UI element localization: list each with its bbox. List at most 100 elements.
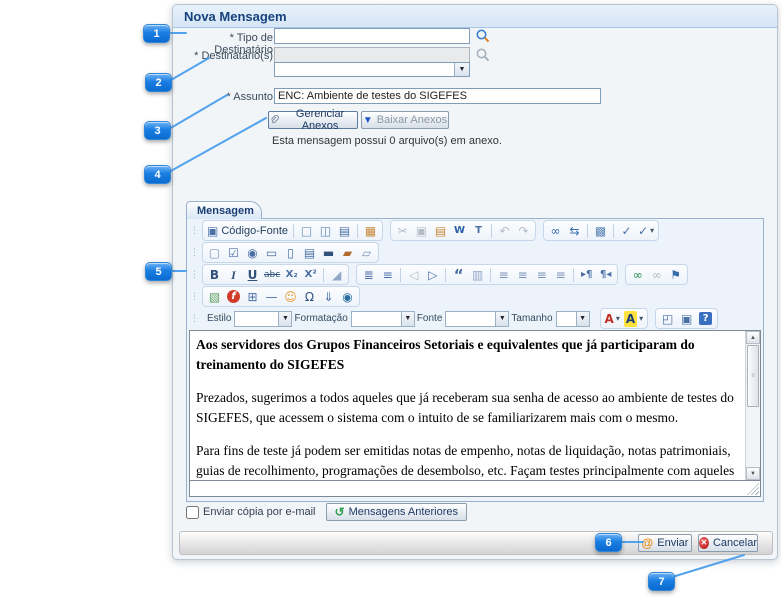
smiley-button[interactable]: ☺ bbox=[281, 288, 300, 306]
chevron-down-icon[interactable]: ▼ bbox=[454, 63, 469, 76]
numbered-list-button[interactable]: ≣ bbox=[359, 266, 378, 284]
checkbox-field-button[interactable]: ☑ bbox=[224, 244, 243, 262]
text-field-icon: ▭ bbox=[266, 245, 277, 261]
text-direction-ltr-icon: ▸¶ bbox=[581, 267, 592, 283]
bold-button[interactable]: B bbox=[205, 266, 224, 284]
preview-button[interactable]: ◫ bbox=[316, 222, 335, 240]
strikethrough-button[interactable]: abc bbox=[262, 266, 282, 284]
toolbar-group: ✂▣▤WT↶↷ bbox=[390, 220, 536, 241]
blockquote-button[interactable]: “ bbox=[449, 266, 468, 284]
align-left-icon: ≡ bbox=[499, 267, 509, 283]
chevron-down-icon[interactable]: ▼ bbox=[576, 312, 589, 326]
scrollbar-track[interactable] bbox=[746, 408, 760, 467]
bulleted-list-button[interactable]: ≡ bbox=[378, 266, 397, 284]
font-select[interactable]: ▼ bbox=[445, 311, 509, 327]
underline-button[interactable]: U bbox=[243, 266, 262, 284]
create-div-button[interactable]: ▥ bbox=[468, 266, 487, 284]
superscript-button[interactable]: X² bbox=[301, 266, 320, 284]
indent-button[interactable]: ▷ bbox=[423, 266, 442, 284]
callout-6: 6 bbox=[595, 533, 622, 552]
recipient-type-input[interactable] bbox=[274, 28, 470, 44]
new-page-button[interactable]: □ bbox=[297, 222, 316, 240]
recipient-type-clear-icon[interactable] bbox=[498, 30, 514, 46]
maximize-button[interactable]: ◰ bbox=[658, 310, 677, 328]
editor-scrollbar[interactable]: ▲ ≡ ▼ bbox=[745, 331, 760, 480]
chevron-down-icon[interactable]: ▼ bbox=[495, 312, 508, 326]
image-button[interactable]: ▧ bbox=[205, 288, 224, 306]
select-all-button[interactable]: ▩ bbox=[591, 222, 610, 240]
iframe-button[interactable]: ◉ bbox=[338, 288, 357, 306]
send-button[interactable]: @ Enviar bbox=[638, 534, 692, 552]
resize-grip[interactable] bbox=[747, 483, 759, 495]
replace-button[interactable]: ⇆ bbox=[565, 222, 584, 240]
chevron-down-icon[interactable]: ▼ bbox=[401, 312, 414, 326]
toolbar-group: ▢☑◉▭ ▯ ▤▬▰▱ bbox=[202, 242, 379, 263]
bulleted-list-icon: ≡ bbox=[383, 267, 393, 283]
manage-attachments-button[interactable]: Gerenciar Anexos bbox=[268, 111, 358, 129]
find-button[interactable]: ∞ bbox=[546, 222, 565, 240]
radio-field-button[interactable]: ◉ bbox=[243, 244, 262, 262]
subject-input[interactable] bbox=[274, 88, 601, 104]
previous-messages-button[interactable]: ↺ Mensagens Anteriores bbox=[326, 503, 468, 521]
table-button[interactable]: ⊞ bbox=[243, 288, 262, 306]
paste-button[interactable]: ▤ bbox=[431, 222, 450, 240]
spellcheck-button[interactable]: ✓ bbox=[617, 222, 636, 240]
hidden-field-button[interactable]: ▱ bbox=[357, 244, 376, 262]
form-field-button[interactable]: ▢ bbox=[205, 244, 224, 262]
callout-5: 5 bbox=[145, 262, 172, 281]
style-select[interactable]: ▼ bbox=[234, 311, 292, 327]
anchor-button[interactable]: ⚑ bbox=[666, 266, 685, 284]
recipient-type-search-icon[interactable] bbox=[475, 28, 491, 44]
scroll-up-icon[interactable]: ▲ bbox=[746, 331, 760, 344]
send-copy-checkbox[interactable] bbox=[186, 506, 199, 519]
callout-4: 4 bbox=[144, 165, 171, 184]
remove-format-button[interactable]: ◢ bbox=[327, 266, 346, 284]
size-select[interactable]: ▼ bbox=[556, 311, 590, 327]
text-color-button[interactable]: A▾ bbox=[603, 310, 622, 328]
subscript-button[interactable]: X₂ bbox=[282, 266, 301, 284]
scroll-down-icon[interactable]: ▼ bbox=[746, 467, 760, 480]
horizontal-rule-button[interactable]: — bbox=[262, 288, 281, 306]
strikethrough-icon: abc bbox=[264, 267, 280, 283]
editor-body[interactable]: Aos servidores dos Grupos Financeiros Se… bbox=[190, 331, 745, 480]
templates-button[interactable]: ▦ bbox=[361, 222, 380, 240]
source-label: Código-Fonte bbox=[221, 225, 288, 237]
align-center-button[interactable]: ≡ bbox=[513, 266, 532, 284]
link-button[interactable]: ∞ bbox=[628, 266, 647, 284]
chevron-down-icon[interactable]: ▼ bbox=[278, 312, 291, 326]
textarea-field-button[interactable]: ▯ bbox=[281, 244, 300, 262]
image-button-field-button[interactable]: ▰ bbox=[338, 244, 357, 262]
paste-word-button[interactable]: W bbox=[450, 222, 469, 240]
italic-button[interactable]: I bbox=[224, 266, 243, 284]
recipients-clear-icon bbox=[498, 49, 514, 65]
recipients-select[interactable]: ▼ bbox=[274, 62, 470, 77]
textarea-field-icon: ▯ bbox=[287, 245, 294, 261]
align-right-button[interactable]: ≡ bbox=[532, 266, 551, 284]
button-field-button[interactable]: ▬ bbox=[319, 244, 338, 262]
spellcheck-auto-button[interactable]: ✓▾ bbox=[636, 222, 656, 240]
align-left-button[interactable]: ≡ bbox=[494, 266, 513, 284]
flash-button[interactable]: f bbox=[224, 288, 243, 306]
show-blocks-button[interactable]: ▣ bbox=[677, 310, 696, 328]
special-char-button[interactable]: Ω bbox=[300, 288, 319, 306]
justify-button[interactable]: ≡ bbox=[551, 266, 570, 284]
text-direction-ltr-button[interactable]: ▸¶ bbox=[577, 266, 596, 284]
cancel-button[interactable]: ✕ Cancelar bbox=[698, 534, 758, 552]
print-button[interactable]: ▤ bbox=[335, 222, 354, 240]
toolbar-drag-handle-icon: ⋮ bbox=[190, 247, 199, 258]
source-button[interactable]: ▣Código-Fonte bbox=[205, 222, 290, 240]
bg-color-button[interactable]: A▾ bbox=[622, 310, 645, 328]
toolbar-group: ≣≡◁▷“▥≡≡≡≡▸¶¶◂ bbox=[356, 264, 618, 285]
spellcheck-auto-icon: ✓ bbox=[638, 223, 648, 239]
about-button[interactable]: ? bbox=[696, 310, 715, 328]
format-select[interactable]: ▼ bbox=[351, 311, 415, 327]
paste-text-button[interactable]: T bbox=[469, 222, 488, 240]
text-direction-rtl-button[interactable]: ¶◂ bbox=[596, 266, 615, 284]
toolbar-drag-handle-icon: ⋮ bbox=[190, 225, 199, 236]
text-field-button[interactable]: ▭ bbox=[262, 244, 281, 262]
redo-button: ↷ bbox=[514, 222, 533, 240]
page-break-button[interactable]: ⇓ bbox=[319, 288, 338, 306]
select-field-button[interactable]: ▤ bbox=[300, 244, 319, 262]
tab-mensagem[interactable]: Mensagem bbox=[186, 201, 262, 219]
scrollbar-thumb[interactable]: ≡ bbox=[747, 345, 759, 407]
